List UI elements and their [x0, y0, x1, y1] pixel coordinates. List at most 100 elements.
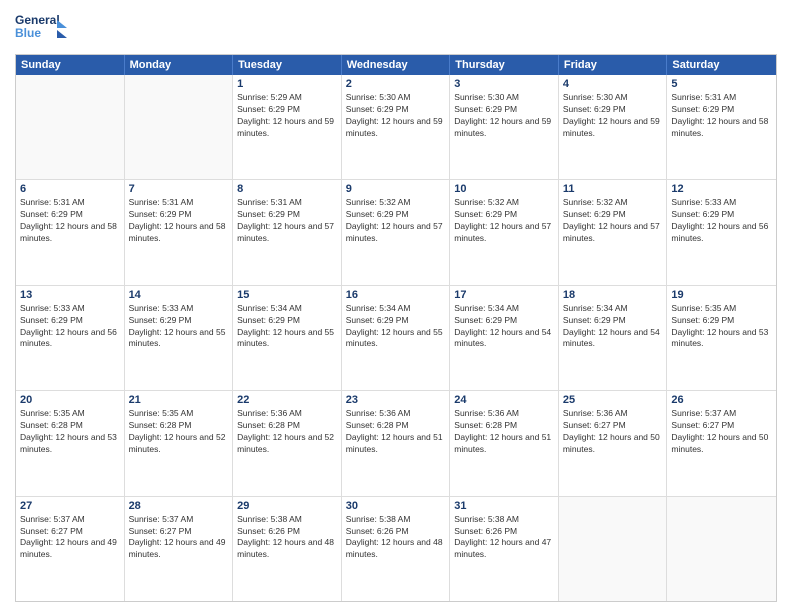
- day-number: 15: [237, 289, 337, 301]
- day-number: 20: [20, 394, 120, 406]
- day-info: Sunrise: 5:31 AMSunset: 6:29 PMDaylight:…: [20, 197, 120, 245]
- day-number: 5: [671, 78, 772, 90]
- day-cell-23: 23 Sunrise: 5:36 AMSunset: 6:28 PMDayligh…: [342, 391, 451, 495]
- day-cell-8: 8 Sunrise: 5:31 AMSunset: 6:29 PMDaylight…: [233, 180, 342, 284]
- day-number: 7: [129, 183, 229, 195]
- day-info: Sunrise: 5:36 AMSunset: 6:28 PMDaylight:…: [346, 408, 446, 456]
- day-cell-2: 2 Sunrise: 5:30 AMSunset: 6:29 PMDaylight…: [342, 75, 451, 179]
- empty-cell: [125, 75, 234, 179]
- day-number: 10: [454, 183, 554, 195]
- empty-cell: [16, 75, 125, 179]
- day-info: Sunrise: 5:34 AMSunset: 6:29 PMDaylight:…: [346, 303, 446, 351]
- day-number: 22: [237, 394, 337, 406]
- day-number: 21: [129, 394, 229, 406]
- day-info: Sunrise: 5:31 AMSunset: 6:29 PMDaylight:…: [129, 197, 229, 245]
- calendar-row-5: 27 Sunrise: 5:37 AMSunset: 6:27 PMDayligh…: [16, 497, 776, 601]
- calendar: SundayMondayTuesdayWednesdayThursdayFrid…: [15, 54, 777, 602]
- calendar-row-1: 1 Sunrise: 5:29 AMSunset: 6:29 PMDaylight…: [16, 75, 776, 180]
- calendar-header: SundayMondayTuesdayWednesdayThursdayFrid…: [16, 55, 776, 75]
- day-number: 28: [129, 500, 229, 512]
- day-cell-12: 12 Sunrise: 5:33 AMSunset: 6:29 PMDayligh…: [667, 180, 776, 284]
- day-info: Sunrise: 5:34 AMSunset: 6:29 PMDaylight:…: [237, 303, 337, 351]
- day-cell-20: 20 Sunrise: 5:35 AMSunset: 6:28 PMDayligh…: [16, 391, 125, 495]
- day-number: 30: [346, 500, 446, 512]
- day-info: Sunrise: 5:29 AMSunset: 6:29 PMDaylight:…: [237, 92, 337, 140]
- day-info: Sunrise: 5:37 AMSunset: 6:27 PMDaylight:…: [20, 514, 120, 562]
- day-number: 25: [563, 394, 663, 406]
- day-number: 24: [454, 394, 554, 406]
- day-cell-29: 29 Sunrise: 5:38 AMSunset: 6:26 PMDayligh…: [233, 497, 342, 601]
- header-cell-wednesday: Wednesday: [342, 55, 451, 75]
- day-info: Sunrise: 5:32 AMSunset: 6:29 PMDaylight:…: [454, 197, 554, 245]
- empty-cell: [667, 497, 776, 601]
- day-info: Sunrise: 5:34 AMSunset: 6:29 PMDaylight:…: [563, 303, 663, 351]
- header-cell-monday: Monday: [125, 55, 234, 75]
- header-cell-thursday: Thursday: [450, 55, 559, 75]
- day-cell-27: 27 Sunrise: 5:37 AMSunset: 6:27 PMDayligh…: [16, 497, 125, 601]
- day-cell-14: 14 Sunrise: 5:33 AMSunset: 6:29 PMDayligh…: [125, 286, 234, 390]
- day-info: Sunrise: 5:31 AMSunset: 6:29 PMDaylight:…: [237, 197, 337, 245]
- day-number: 4: [563, 78, 663, 90]
- day-info: Sunrise: 5:30 AMSunset: 6:29 PMDaylight:…: [346, 92, 446, 140]
- day-info: Sunrise: 5:38 AMSunset: 6:26 PMDaylight:…: [237, 514, 337, 562]
- day-cell-15: 15 Sunrise: 5:34 AMSunset: 6:29 PMDayligh…: [233, 286, 342, 390]
- day-info: Sunrise: 5:36 AMSunset: 6:27 PMDaylight:…: [563, 408, 663, 456]
- day-number: 18: [563, 289, 663, 301]
- day-info: Sunrise: 5:38 AMSunset: 6:26 PMDaylight:…: [346, 514, 446, 562]
- calendar-row-2: 6 Sunrise: 5:31 AMSunset: 6:29 PMDaylight…: [16, 180, 776, 285]
- header-cell-saturday: Saturday: [667, 55, 776, 75]
- day-number: 8: [237, 183, 337, 195]
- day-number: 6: [20, 183, 120, 195]
- day-info: Sunrise: 5:35 AMSunset: 6:28 PMDaylight:…: [129, 408, 229, 456]
- day-cell-1: 1 Sunrise: 5:29 AMSunset: 6:29 PMDaylight…: [233, 75, 342, 179]
- header-cell-friday: Friday: [559, 55, 668, 75]
- day-cell-17: 17Sunrise: 5:34 AMSunset: 6:29 PMDayligh…: [450, 286, 559, 390]
- day-cell-26: 26Sunrise: 5:37 AMSunset: 6:27 PMDayligh…: [667, 391, 776, 495]
- day-number: 1: [237, 78, 337, 90]
- calendar-row-4: 20 Sunrise: 5:35 AMSunset: 6:28 PMDayligh…: [16, 391, 776, 496]
- empty-cell: [559, 497, 668, 601]
- day-number: 14: [129, 289, 229, 301]
- day-cell-19: 19Sunrise: 5:35 AMSunset: 6:29 PMDayligh…: [667, 286, 776, 390]
- day-number: 3: [454, 78, 554, 90]
- day-number: 27: [20, 500, 120, 512]
- day-info: Sunrise: 5:36 AMSunset: 6:28 PMDaylight:…: [237, 408, 337, 456]
- day-info: Sunrise: 5:32 AMSunset: 6:29 PMDaylight:…: [563, 197, 663, 245]
- day-info: Sunrise: 5:36 AMSunset: 6:28 PMDaylight:…: [454, 408, 554, 456]
- day-number: 29: [237, 500, 337, 512]
- day-cell-28: 28 Sunrise: 5:37 AMSunset: 6:27 PMDayligh…: [125, 497, 234, 601]
- day-info: Sunrise: 5:30 AMSunset: 6:29 PMDaylight:…: [454, 92, 554, 140]
- day-number: 9: [346, 183, 446, 195]
- day-number: 17: [454, 289, 554, 301]
- day-info: Sunrise: 5:37 AMSunset: 6:27 PMDaylight:…: [129, 514, 229, 562]
- day-cell-18: 18 Sunrise: 5:34 AMSunset: 6:29 PMDayligh…: [559, 286, 668, 390]
- logo: General Blue: [15, 10, 70, 48]
- day-cell-3: 3 Sunrise: 5:30 AMSunset: 6:29 PMDaylight…: [450, 75, 559, 179]
- day-cell-5: 5 Sunrise: 5:31 AMSunset: 6:29 PMDaylight…: [667, 75, 776, 179]
- day-number: 23: [346, 394, 446, 406]
- svg-text:General: General: [15, 13, 60, 27]
- day-number: 31: [454, 500, 554, 512]
- day-cell-11: 11 Sunrise: 5:32 AMSunset: 6:29 PMDayligh…: [559, 180, 668, 284]
- logo-svg: General Blue: [15, 10, 70, 48]
- day-info: Sunrise: 5:35 AMSunset: 6:29 PMDaylight:…: [671, 303, 772, 351]
- day-cell-7: 7 Sunrise: 5:31 AMSunset: 6:29 PMDaylight…: [125, 180, 234, 284]
- day-cell-9: 9Sunrise: 5:32 AMSunset: 6:29 PMDaylight…: [342, 180, 451, 284]
- day-info: Sunrise: 5:33 AMSunset: 6:29 PMDaylight:…: [671, 197, 772, 245]
- day-number: 12: [671, 183, 772, 195]
- day-number: 2: [346, 78, 446, 90]
- day-info: Sunrise: 5:31 AMSunset: 6:29 PMDaylight:…: [671, 92, 772, 140]
- calendar-body: 1 Sunrise: 5:29 AMSunset: 6:29 PMDaylight…: [16, 75, 776, 601]
- day-info: Sunrise: 5:37 AMSunset: 6:27 PMDaylight:…: [671, 408, 772, 456]
- day-cell-30: 30 Sunrise: 5:38 AMSunset: 6:26 PMDayligh…: [342, 497, 451, 601]
- day-cell-21: 21 Sunrise: 5:35 AMSunset: 6:28 PMDayligh…: [125, 391, 234, 495]
- day-info: Sunrise: 5:33 AMSunset: 6:29 PMDaylight:…: [20, 303, 120, 351]
- day-info: Sunrise: 5:33 AMSunset: 6:29 PMDaylight:…: [129, 303, 229, 351]
- header: General Blue: [15, 10, 777, 48]
- day-info: Sunrise: 5:35 AMSunset: 6:28 PMDaylight:…: [20, 408, 120, 456]
- header-cell-sunday: Sunday: [16, 55, 125, 75]
- svg-text:Blue: Blue: [15, 26, 41, 40]
- day-cell-4: 4Sunrise: 5:30 AMSunset: 6:29 PMDaylight…: [559, 75, 668, 179]
- day-number: 11: [563, 183, 663, 195]
- day-cell-13: 13Sunrise: 5:33 AMSunset: 6:29 PMDayligh…: [16, 286, 125, 390]
